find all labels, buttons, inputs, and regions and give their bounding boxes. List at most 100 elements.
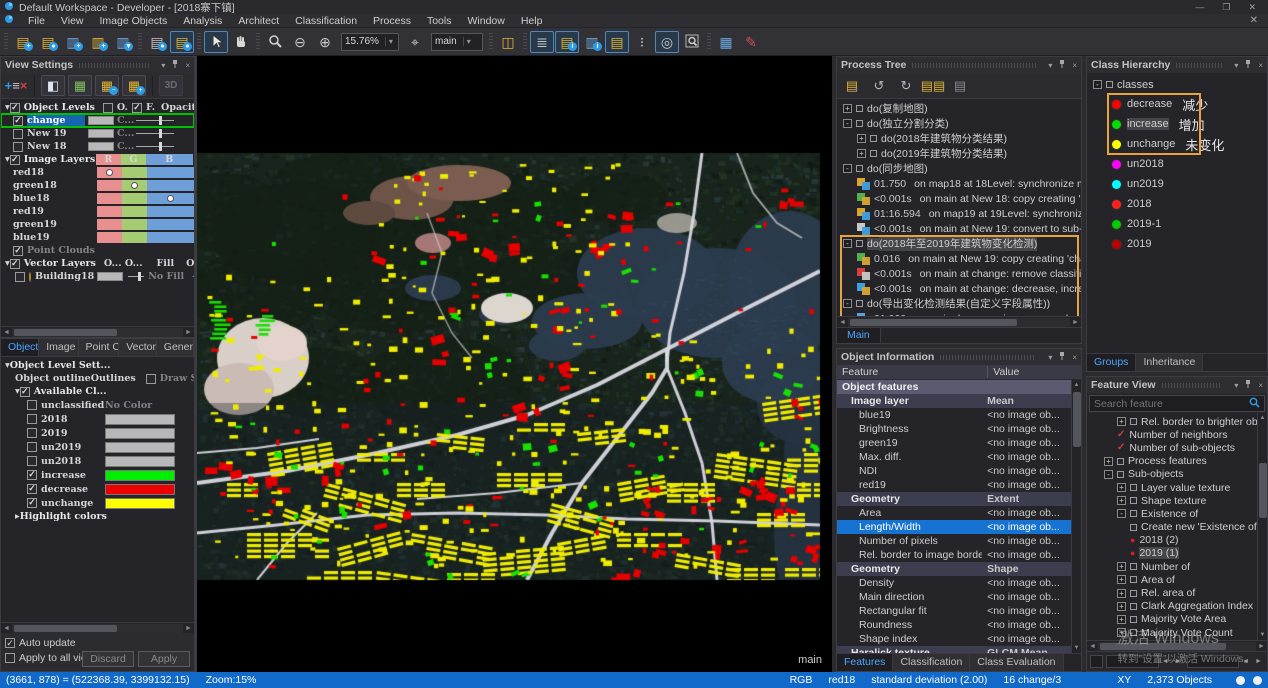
class-item[interactable]: 2019 [1087,234,1267,254]
toolbar-grip[interactable] [4,33,8,51]
feature-view-icon[interactable]: ◎ [655,31,679,53]
mix-layer-view-icon[interactable]: ▦ [68,75,92,96]
feature-item[interactable]: +Rel. border to brighter obje [1087,415,1257,428]
process-row[interactable]: +do (复制地图) [837,101,1081,116]
zoom-in-icon[interactable]: ⊕ [313,31,337,53]
process-row[interactable]: -do (独立分割分类) [837,116,1081,131]
menu-image-objects[interactable]: Image Objects [92,14,176,28]
discard-button[interactable]: Discard [82,651,134,667]
object-info-row[interactable]: Number of pixels<no image ob... [837,534,1071,548]
horizontal-scrollbar[interactable]: ◄► [1,622,194,633]
object-info-row[interactable]: Main direction<no image ob... [837,590,1071,604]
available-classes-row[interactable]: ▾ ✓Available Cl... [1,385,194,398]
copy-map-icon[interactable]: ▥+ [86,31,110,53]
feature-range-checkbox[interactable] [1090,655,1103,668]
image-object-info-icon[interactable]: ▤i [555,31,579,53]
object-info-row[interactable]: Haralick textureGLCM Mean [837,646,1071,653]
image-layer-row[interactable]: red18 [1,166,194,179]
opacity-slider[interactable] [136,116,174,125]
range-min-input[interactable] [1106,655,1159,668]
new-map-icon[interactable]: ▥+ [61,31,85,53]
object-info-row[interactable]: GeometryExtent [837,492,1071,506]
search-input[interactable] [1094,398,1249,410]
class-item[interactable]: un2018 [1087,154,1267,174]
object-info-row[interactable]: blue19<no image ob... [837,408,1071,422]
map-select-dropdown[interactable]: main▾ [431,33,483,51]
vertical-scrollbar[interactable]: ▲▼ [1071,380,1081,653]
process-row[interactable]: -do (导出变化检测结果(自定义字段属性)) [837,296,1081,311]
expander-icon[interactable]: + [1117,589,1126,598]
object-info-row[interactable]: Length/Width<no image ob... [837,520,1071,534]
feature-item[interactable]: ●2018 (2) [1087,534,1257,547]
range-max-spinner[interactable]: ◄ ► [1242,658,1264,665]
menu-architect[interactable]: Architect [230,14,287,28]
expander-icon[interactable]: - [843,239,852,248]
document-close-icon[interactable]: ✕ [1250,15,1268,26]
process-tree-tab-main[interactable]: Main [837,328,881,343]
menu-file[interactable]: File [20,14,53,28]
object-info-row[interactable]: Shape index<no image ob... [837,632,1071,646]
close-panel-icon[interactable]: × [1258,381,1263,390]
tab-classification[interactable]: Classification [893,654,970,671]
color-swatch-button[interactable] [88,116,114,125]
object-info-row[interactable]: Density<no image ob... [837,576,1071,590]
feature-item[interactable]: +Layer value texture [1087,481,1257,494]
menu-classification[interactable]: Classification [287,14,365,28]
feature-item[interactable]: +Majority Vote Area [1087,613,1257,626]
redo-icon[interactable]: ↻ [894,75,918,96]
horizontal-scrollbar[interactable]: ◄► [1,326,194,337]
duplicate-process-icon[interactable]: ▤▤ [921,75,945,96]
range-min-spinner[interactable]: ◄ ► [1162,658,1184,665]
class-color-swatch[interactable] [105,484,175,495]
tab-groups[interactable]: Groups [1087,354,1136,371]
add-level-icon[interactable]: +≡× [4,75,28,96]
class-color-swatch[interactable] [105,470,175,481]
process-row[interactable]: -do (2018年至2019年建筑物变化检测) [837,236,1081,251]
class-item[interactable]: increase增加 [1087,114,1267,134]
zoom-out-icon[interactable]: ⊖ [288,31,312,53]
class-visibility-row[interactable]: un2019 [1,440,194,454]
class-color-swatch[interactable] [105,498,175,509]
chevron-down-icon[interactable]: ▾ [1234,381,1238,390]
toolbar-grip[interactable] [138,33,142,51]
feature-item[interactable]: +Rel. area of [1087,586,1257,599]
image-layer-row[interactable]: blue18 [1,192,194,205]
close-button[interactable]: ✕ [1248,2,1256,13]
coordinate-mode[interactable]: XY [1117,674,1131,686]
object-info-row[interactable]: Rel. border to image border<no image ob.… [837,548,1071,562]
menu-process[interactable]: Process [365,14,419,28]
class-item[interactable]: un2019 [1087,174,1267,194]
active-layer[interactable]: red18 [828,674,855,686]
color-swatch-button[interactable] [88,129,114,138]
image-layer-row[interactable]: red19 [1,205,194,218]
panel-drag-dots[interactable] [1176,63,1222,68]
expander-icon[interactable]: + [1117,496,1126,505]
pin-icon[interactable] [1244,60,1252,71]
process-row[interactable]: 01:16.594on map19 at 19Level: synchroniz… [837,206,1081,221]
object-info-row[interactable]: GeometryShape [837,562,1071,576]
close-panel-icon[interactable]: × [1072,353,1077,362]
panel-drag-dots[interactable] [940,355,1036,360]
process-row[interactable]: <0.001son main at New 19: convert to sub… [837,221,1081,236]
expander-icon[interactable]: - [1104,470,1113,479]
execute-process-icon[interactable]: ▤◔ [840,75,864,96]
feature-item[interactable]: -Sub-objects [1087,468,1257,481]
menu-window[interactable]: Window [459,14,512,28]
object-outline-row[interactable]: Object outlineOutlinesDraw Sk [1,372,194,385]
open-workspace-icon[interactable]: ▤● [36,31,60,53]
class-visibility-row[interactable]: un2018 [1,454,194,468]
object-level-row[interactable]: New 19C... [1,127,194,140]
map-viewer[interactable]: main [197,56,832,672]
object-info-row[interactable]: Roundness<no image ob... [837,618,1071,632]
zoom-window-icon[interactable] [680,31,704,53]
pin-icon[interactable] [1058,60,1066,71]
class-item[interactable]: decrease减少 [1087,94,1267,114]
chevron-down-icon[interactable]: ▾ [1048,61,1052,70]
class-visibility-row[interactable]: unclassifiedNo Color [1,398,194,412]
menu-help[interactable]: Help [513,14,551,28]
feature-item[interactable]: +Number of [1087,560,1257,573]
color-swatch-button[interactable] [88,142,114,151]
feature-item[interactable]: +Clark Aggregation Index [1087,600,1257,613]
object-info-row[interactable]: Object features [837,380,1071,394]
expander-icon[interactable]: + [857,134,866,143]
